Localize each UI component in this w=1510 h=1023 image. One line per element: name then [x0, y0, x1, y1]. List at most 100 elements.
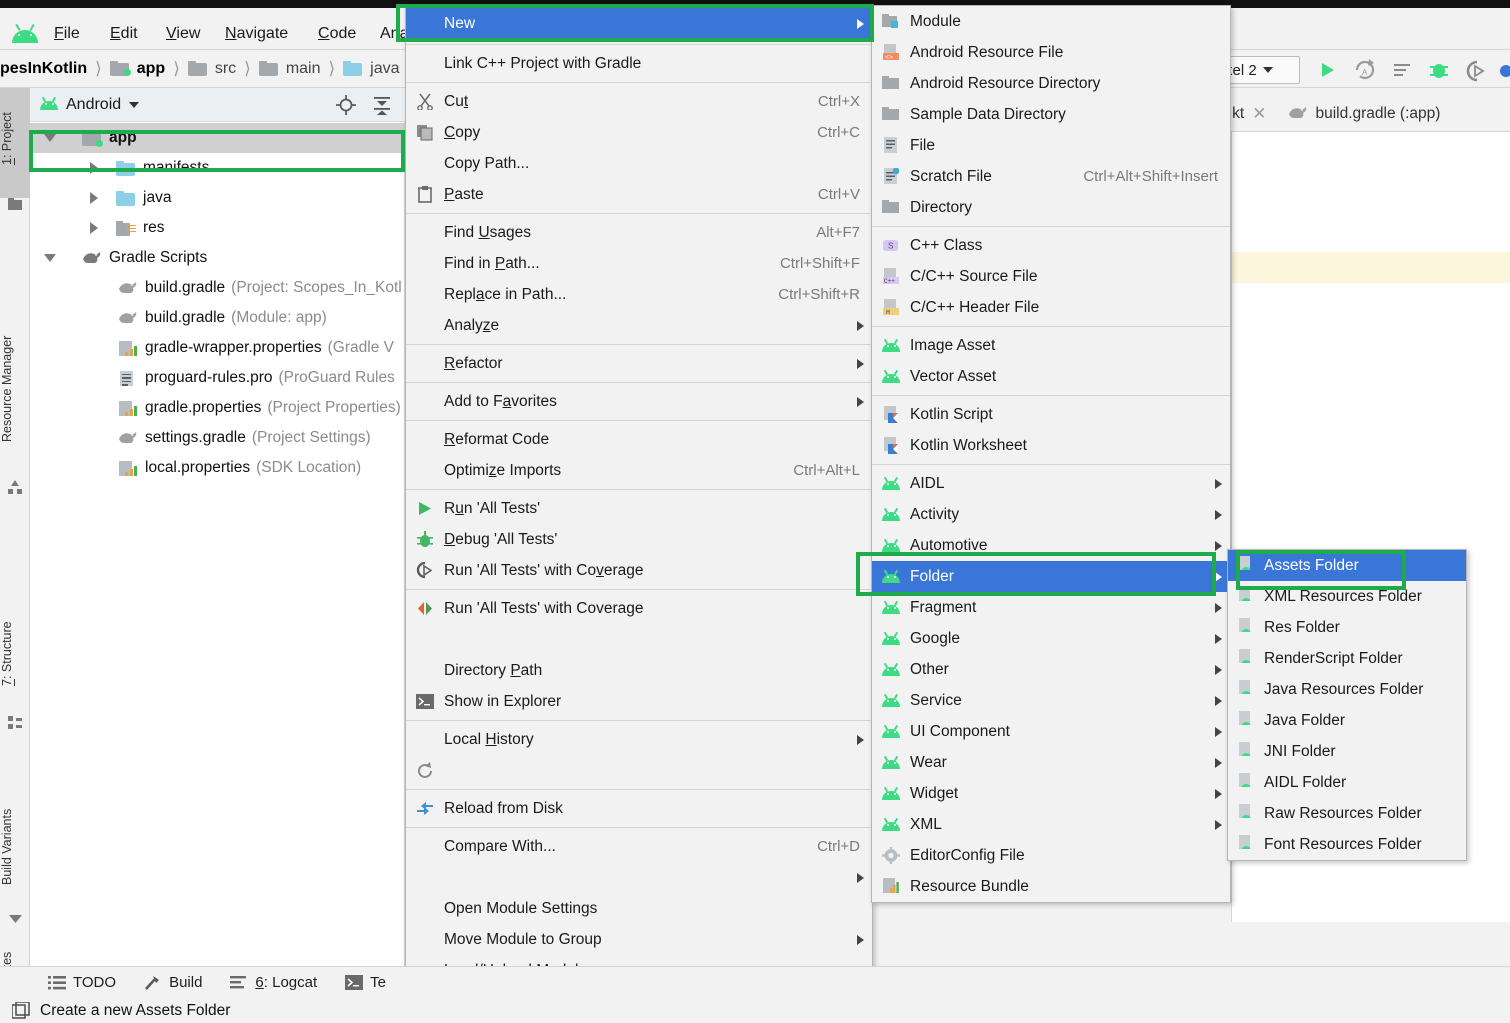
tree-node-gradle-wrapper-properties[interactable]: gradle-wrapper.properties (Gradle V: [30, 333, 405, 363]
sidebar-item-resource-manager[interactable]: Resource Manager: [0, 308, 30, 478]
apply-changes-icon[interactable]: [1390, 58, 1416, 82]
menu-item-kotlin-script[interactable]: Kotlin Script: [872, 399, 1230, 430]
menu-item-service[interactable]: Service: [872, 685, 1230, 716]
menu-item-link-cpp-project[interactable]: Link C++ Project with Gradle: [406, 48, 872, 79]
tree-node-java[interactable]: java: [30, 183, 405, 213]
menu-item-raw-resources-folder[interactable]: Raw Resources Folder: [1228, 798, 1466, 829]
chevron-down-icon[interactable]: [129, 101, 140, 108]
tree-node-res[interactable]: res: [30, 213, 405, 243]
tool-window-terminal[interactable]: Te: [345, 974, 386, 991]
close-icon[interactable]: ✕: [1252, 104, 1266, 124]
menu-item-ui-component[interactable]: UI Component: [872, 716, 1230, 747]
menu-item-directory[interactable]: Directory: [872, 192, 1230, 223]
menu-item-cut[interactable]: Cut Ctrl+X: [406, 86, 872, 117]
chevron-right-icon[interactable]: [90, 162, 98, 174]
tree-node-gradle-properties[interactable]: gradle.properties (Project Properties): [30, 393, 405, 423]
menu-item-replace-in-path[interactable]: Replace in Path... Ctrl+Shift+R: [406, 279, 872, 310]
menu-item-vector-asset[interactable]: Vector Asset: [872, 361, 1230, 392]
menu-item-find-in-path[interactable]: Find in Path... Ctrl+Shift+F: [406, 248, 872, 279]
menu-item-open-in-terminal[interactable]: Show in Explorer: [406, 686, 872, 717]
menu-item-android-resource-file[interactable]: <> Android Resource File: [872, 37, 1230, 68]
tree-node-build-gradle-module[interactable]: build.gradle (Module: app): [30, 303, 405, 333]
breadcrumb-item-app[interactable]: app: [109, 60, 165, 78]
menu-item-analyze[interactable]: Analyze: [406, 310, 872, 341]
tree-node-build-gradle-project[interactable]: build.gradle (Project: Scopes_In_Kotl: [30, 273, 405, 303]
chevron-down-icon[interactable]: [44, 254, 56, 262]
editor-tab-build-gradle[interactable]: build.gradle (:app): [1288, 105, 1440, 123]
menu-item-folder[interactable]: Folder: [872, 561, 1230, 592]
menu-item-refactor[interactable]: Refactor: [406, 348, 872, 379]
menu-item-compare-with[interactable]: Reload from Disk: [406, 793, 872, 824]
menu-item-load-unload-modules[interactable]: Open Module Settings: [406, 893, 872, 924]
menu-item-mark-directory-as[interactable]: Move Module to Group: [406, 924, 872, 955]
menu-item-jni-folder[interactable]: JNI Folder: [1228, 736, 1466, 767]
menu-item-kotlin-worksheet[interactable]: Kotlin Worksheet: [872, 430, 1230, 461]
breadcrumb-item-src[interactable]: src: [187, 60, 236, 78]
menu-item-assets-folder[interactable]: Assets Folder: [1228, 550, 1466, 581]
menu-item-fragment[interactable]: Fragment: [872, 592, 1230, 623]
menu-item-widget[interactable]: Widget: [872, 778, 1230, 809]
run-icon[interactable]: [1314, 58, 1340, 82]
tool-window-logcat[interactable]: 6: Logcat: [230, 974, 317, 991]
sidebar-item-build-variants[interactable]: Build Variants: [0, 788, 30, 913]
menu-item-resource-bundle[interactable]: Resource Bundle: [872, 871, 1230, 902]
tree-node-proguard-rules[interactable]: proguard-rules.pro (ProGuard Rules: [30, 363, 405, 393]
project-view-selector-label[interactable]: Android: [66, 96, 121, 114]
tree-node-app[interactable]: app: [30, 123, 405, 153]
menu-item-module[interactable]: Module: [872, 6, 1230, 37]
menu-item-renderscript-folder[interactable]: RenderScript Folder: [1228, 643, 1466, 674]
menu-item-run-all-tests[interactable]: Run 'All Tests': [406, 493, 872, 524]
menu-item-activity[interactable]: Activity: [872, 499, 1230, 530]
menu-item-font-resources-folder[interactable]: Font Resources Folder: [1228, 829, 1466, 860]
menu-item-java-resources-folder[interactable]: Java Resources Folder: [1228, 674, 1466, 705]
menu-item-android-resource-directory[interactable]: Android Resource Directory: [872, 68, 1230, 99]
menu-item-aidl-folder[interactable]: AIDL Folder: [1228, 767, 1466, 798]
menu-item-show-in-explorer[interactable]: [406, 624, 872, 655]
menu-code[interactable]: Code: [318, 25, 356, 43]
menu-item-xml[interactable]: XML: [872, 809, 1230, 840]
run-coverage-icon[interactable]: [1464, 58, 1490, 82]
sidebar-item-project[interactable]: 1: Project: [0, 88, 30, 198]
menu-item-optimize-imports[interactable]: Optimize Imports Ctrl+Alt+L: [406, 455, 872, 486]
menu-item-copy-path[interactable]: Copy Path...: [406, 148, 872, 179]
breadcrumb-item-project[interactable]: pesInKotlin: [0, 60, 87, 78]
tree-node-local-properties[interactable]: local.properties (SDK Location): [30, 453, 405, 483]
menu-item-java-folder[interactable]: Java Folder: [1228, 705, 1466, 736]
menu-item-move-module-to-group[interactable]: [406, 862, 872, 893]
menu-item-editorconfig-file[interactable]: EditorConfig File: [872, 840, 1230, 871]
menu-item-image-asset[interactable]: Image Asset: [872, 330, 1230, 361]
menu-edit[interactable]: Edit: [110, 25, 138, 43]
locate-icon[interactable]: [335, 94, 357, 116]
menu-item-new[interactable]: New: [406, 7, 872, 41]
menu-item-run-all-tests-with-coverage[interactable]: Run 'All Tests' with Coverage: [406, 555, 872, 586]
menu-item-res-folder[interactable]: Res Folder: [1228, 612, 1466, 643]
profile-icon[interactable]: [1500, 58, 1510, 82]
menu-item-cpp-class[interactable]: S C++ Class: [872, 230, 1230, 261]
chevron-right-icon[interactable]: [90, 222, 98, 234]
menu-item-file[interactable]: File: [872, 130, 1230, 161]
chevron-down-icon[interactable]: [44, 134, 56, 142]
sidebar-item-structure[interactable]: 7: Structure: [0, 598, 30, 718]
menu-item-other[interactable]: Other: [872, 654, 1230, 685]
tree-node-manifests[interactable]: manifests: [30, 153, 405, 183]
breadcrumb-item-java[interactable]: java: [343, 60, 400, 78]
menu-item-xml-resources-folder[interactable]: XML Resources Folder: [1228, 581, 1466, 612]
collapse-all-icon[interactable]: [371, 94, 393, 116]
tree-node-gradle-scripts[interactable]: Gradle Scripts: [30, 243, 405, 273]
tree-node-settings-gradle[interactable]: settings.gradle (Project Settings): [30, 423, 405, 453]
menu-item-cpp-source-file[interactable]: C++ C/C++ Source File: [872, 261, 1230, 292]
menu-item-open-module-settings[interactable]: Compare With... Ctrl+D: [406, 831, 872, 862]
menu-item-automotive[interactable]: Automotive: [872, 530, 1230, 561]
menu-item-cpp-header-file[interactable]: H C/C++ Header File: [872, 292, 1230, 323]
menu-item-find-usages[interactable]: Find Usages Alt+F7: [406, 217, 872, 248]
menu-item-reformat-code[interactable]: Reformat Code: [406, 424, 872, 455]
menu-navigate[interactable]: Navigate: [225, 25, 288, 43]
menu-item-scratch-file[interactable]: Scratch File Ctrl+Alt+Shift+Insert: [872, 161, 1230, 192]
debug-icon[interactable]: [1427, 58, 1453, 82]
menu-item-sample-data-directory[interactable]: Sample Data Directory: [872, 99, 1230, 130]
chevron-right-icon[interactable]: [90, 192, 98, 204]
menu-item-add-to-favorites[interactable]: Add to Favorites: [406, 386, 872, 417]
menu-item-aidl[interactable]: AIDL: [872, 468, 1230, 499]
tool-window-todo[interactable]: TODO: [48, 974, 116, 991]
menu-view[interactable]: View: [166, 25, 200, 43]
